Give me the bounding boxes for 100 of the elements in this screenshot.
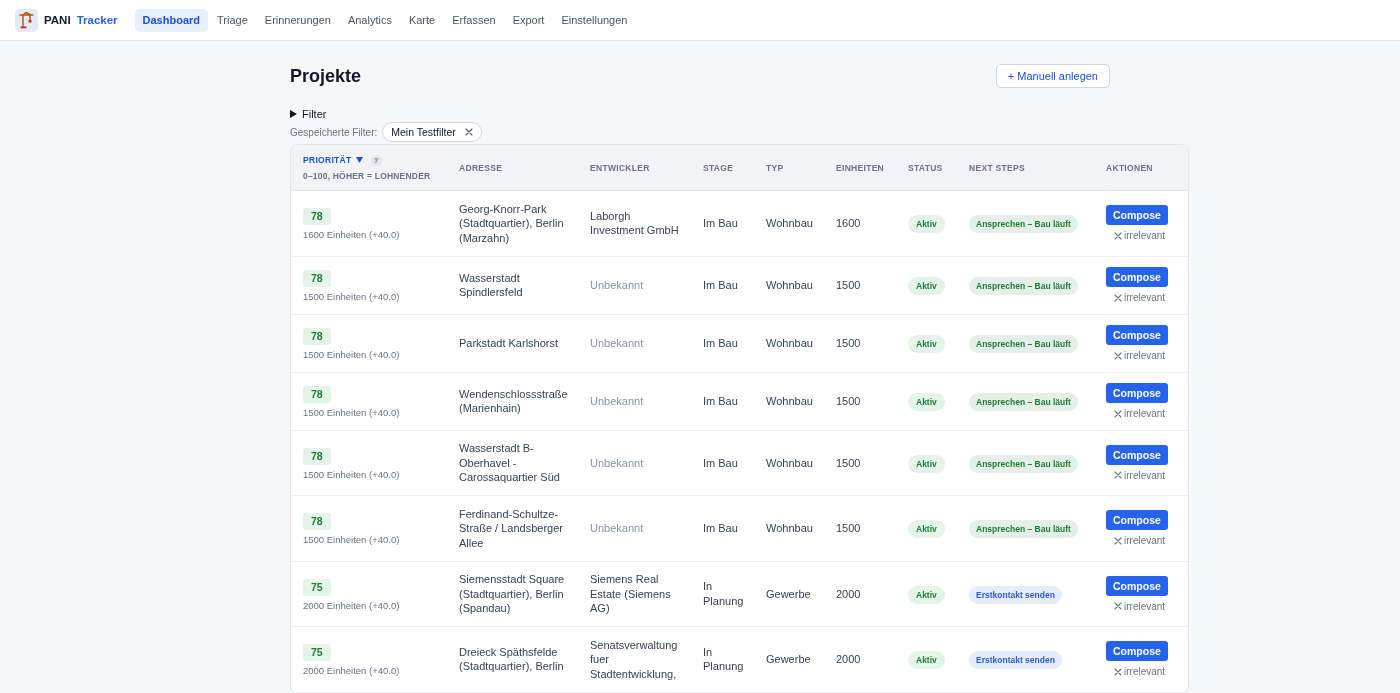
column-header[interactable]: NEXT STEPS xyxy=(969,162,1025,173)
score-badge: 78 xyxy=(303,447,331,465)
score-badge: 78 xyxy=(303,270,331,287)
table-cell: Im Bau xyxy=(691,256,754,314)
next-step-tag: Ansprechen – Bau läuft xyxy=(969,393,1078,411)
next-step-tag: Ansprechen – Bau läuft xyxy=(969,215,1078,234)
dismiss-link[interactable]: irrelevant xyxy=(1114,350,1182,361)
table-cell: Unbekannt xyxy=(578,495,691,561)
table-cell: 1500 xyxy=(824,314,896,372)
nav-tab[interactable]: Einstellungen xyxy=(553,8,636,32)
status-tag: Aktiv xyxy=(908,651,945,670)
table-cell: Wasserstadt Spindlersfeld xyxy=(447,256,578,314)
column-header[interactable]: EINHEITEN xyxy=(836,162,885,173)
compose-button[interactable]: Compose xyxy=(1106,641,1168,662)
nav-tab[interactable]: Analytics xyxy=(339,8,400,32)
page-title: Projekte xyxy=(290,65,362,87)
table-cell: Gewerbe xyxy=(754,626,824,692)
table-cell: Laborgh Investment GmbH xyxy=(578,190,691,256)
filter-toggle[interactable]: Filter xyxy=(290,107,327,120)
add-manual-button[interactable]: + Manuell anlegen xyxy=(995,64,1110,88)
close-icon[interactable] xyxy=(464,128,473,136)
dismiss-link[interactable]: irrelevant xyxy=(1114,230,1182,242)
table-cell: Wendenschlossstraße (Marienhain) xyxy=(447,372,578,430)
status-tag: Aktiv xyxy=(908,393,945,411)
dismiss-link[interactable]: irrelevant xyxy=(1114,666,1182,678)
column-header[interactable]: ADRESSE xyxy=(459,162,503,173)
table-cell: Senatsverwaltung fuer Stadtentwicklung, xyxy=(578,626,691,692)
next-step-tag: Erstkontakt senden xyxy=(969,585,1062,604)
table-cell: Unbekannt xyxy=(578,256,691,314)
score-badge: 75 xyxy=(303,578,331,596)
close-icon xyxy=(1114,536,1122,545)
dismiss-link[interactable]: irrelevant xyxy=(1114,600,1182,612)
table-cell: 1500 xyxy=(824,372,896,430)
compose-button[interactable]: Compose xyxy=(1106,267,1168,287)
score-note: 1500 Einheiten (+40.0) xyxy=(303,468,401,480)
column-header[interactable]: ENTWICKLER xyxy=(590,162,650,173)
nav-tab[interactable]: Dashboard xyxy=(134,8,209,32)
score-note: 1500 Einheiten (+40.0) xyxy=(303,407,401,418)
nav-tab[interactable]: Triage xyxy=(209,8,256,32)
table-cell: Wohnbau xyxy=(754,256,824,314)
table-cell: 2000 xyxy=(824,626,896,692)
column-header[interactable]: STAGE xyxy=(703,162,734,173)
table-cell: Im Bau xyxy=(691,314,754,372)
table-cell: Unbekannt xyxy=(578,430,691,496)
score-badge: 75 xyxy=(303,644,331,662)
next-step-tag: Ansprechen – Bau läuft xyxy=(969,277,1078,295)
column-header[interactable]: STATUS xyxy=(908,162,943,173)
score-badge: 78 xyxy=(303,513,331,531)
brand-product-name: Tracker xyxy=(76,14,118,26)
dismiss-link[interactable]: irrelevant xyxy=(1114,535,1182,547)
table-cell: Wohnbau xyxy=(754,314,824,372)
score-note: 1500 Einheiten (+40.0) xyxy=(303,534,401,546)
next-step-tag: Ansprechen – Bau läuft xyxy=(969,335,1078,353)
dismiss-link[interactable]: irrelevant xyxy=(1114,292,1182,303)
close-icon xyxy=(1114,409,1122,418)
dismiss-link[interactable]: irrelevant xyxy=(1114,408,1182,419)
table-cell: Siemensstadt Square (Stadtquartier), Berlin (Spandau) xyxy=(447,561,578,627)
table-cell: Im Bau xyxy=(691,372,754,430)
table-cell: 1500 xyxy=(824,430,896,496)
compose-button[interactable]: Compose xyxy=(1106,383,1168,403)
column-header[interactable]: TYP xyxy=(766,162,784,173)
score-badge: 78 xyxy=(303,328,331,345)
status-tag: Aktiv xyxy=(908,277,945,295)
compose-button[interactable]: Compose xyxy=(1106,325,1168,345)
status-tag: Aktiv xyxy=(908,215,945,234)
compose-button[interactable]: Compose xyxy=(1106,575,1168,596)
column-header[interactable]: PRIORITÄT xyxy=(303,155,352,165)
crane-icon[interactable] xyxy=(15,8,38,32)
nav-tab[interactable]: Export xyxy=(504,8,553,32)
saved-filters-label: Gespeicherte Filter: xyxy=(290,126,378,138)
table-cell: 2000 xyxy=(824,561,896,627)
nav-tab[interactable]: Erfassen xyxy=(444,8,504,32)
table-cell: Unbekannt xyxy=(578,372,691,430)
nav-tab[interactable]: Erinnerungen xyxy=(256,8,339,32)
close-icon xyxy=(1114,471,1122,480)
column-header[interactable]: AKTIONEN xyxy=(1106,162,1153,173)
status-tag: Aktiv xyxy=(908,520,945,539)
sort-down-icon[interactable] xyxy=(355,157,363,163)
compose-button[interactable]: Compose xyxy=(1106,444,1168,465)
close-icon xyxy=(1114,667,1122,676)
table-cell: In Planung xyxy=(691,626,754,692)
score-note: 2000 Einheiten (+40.0) xyxy=(303,599,401,611)
table-cell: Wohnbau xyxy=(754,372,824,430)
score-note: 1600 Einheiten (+40.0) xyxy=(303,229,401,241)
nav-tab[interactable]: Karte xyxy=(400,8,444,32)
score-note: 1500 Einheiten (+40.0) xyxy=(303,291,401,302)
status-tag: Aktiv xyxy=(908,454,945,473)
score-badge: 78 xyxy=(303,208,331,226)
column-note: 0–100, HÖHER = LOHNENDER xyxy=(303,170,432,181)
table-cell: 1500 xyxy=(824,256,896,314)
score-badge: 78 xyxy=(303,386,331,403)
saved-filter-chip[interactable]: Mein Testfilter xyxy=(382,122,482,142)
dismiss-link[interactable]: irrelevant xyxy=(1114,469,1182,481)
close-icon xyxy=(1114,293,1122,302)
compose-button[interactable]: Compose xyxy=(1106,205,1168,226)
close-icon xyxy=(1114,351,1122,360)
next-step-tag: Erstkontakt senden xyxy=(969,651,1062,670)
compose-button[interactable]: Compose xyxy=(1106,510,1168,531)
table-cell: Georg-Knorr-Park (Stadtquartier), Berlin (Marzahn) xyxy=(447,190,578,256)
table-cell: Wohnbau xyxy=(754,495,824,561)
